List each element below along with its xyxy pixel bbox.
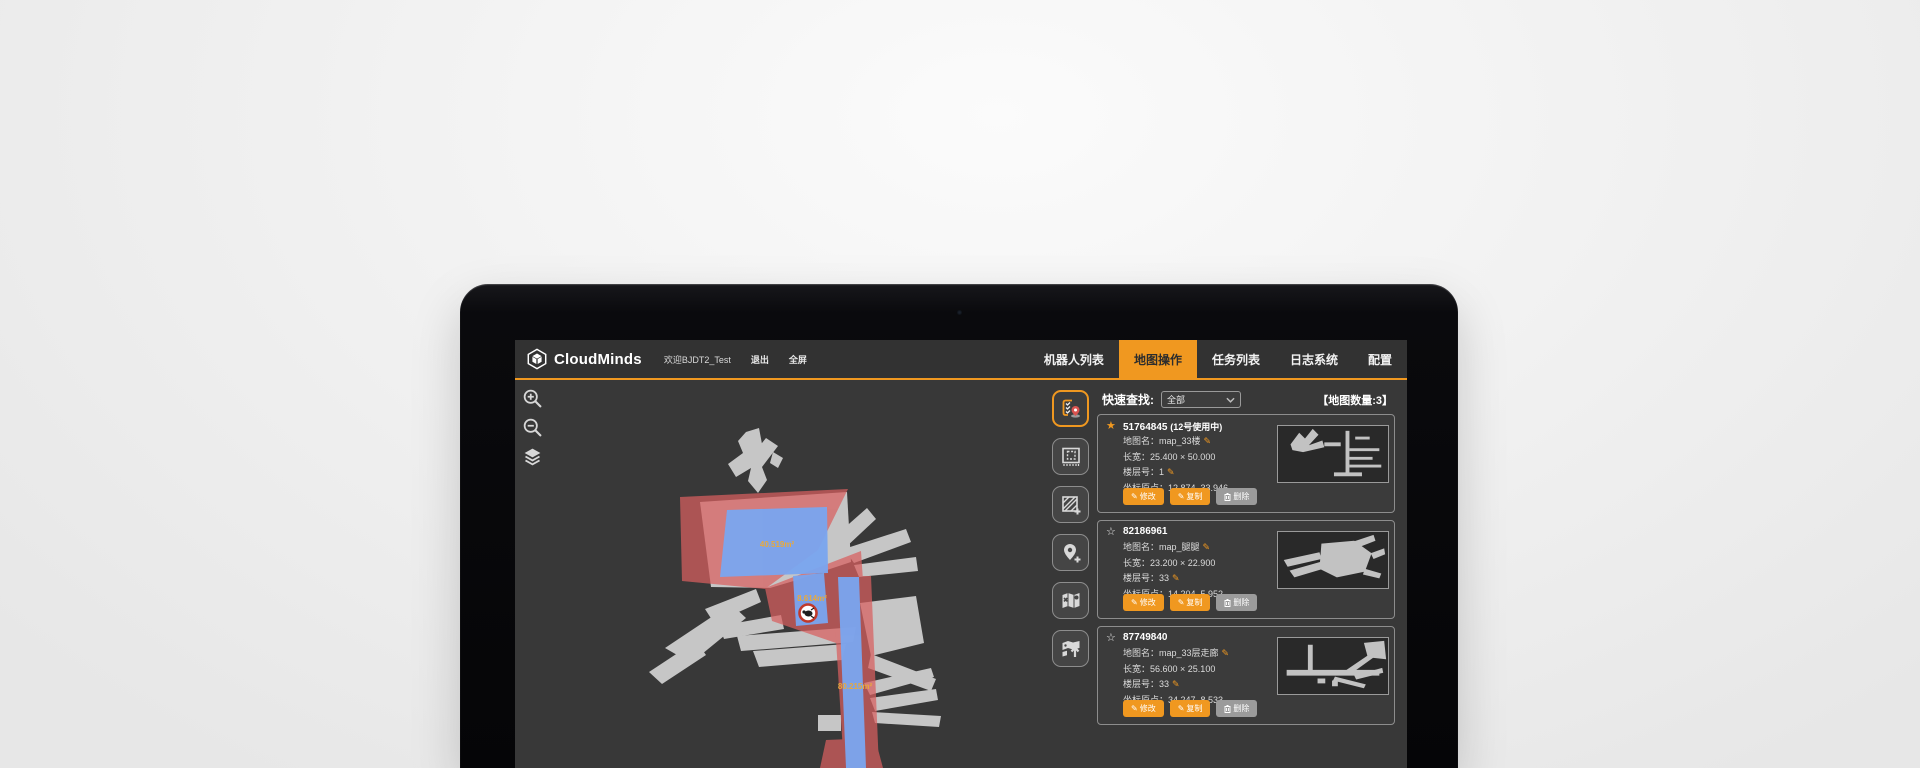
copy-button[interactable]: ✎复制 [1170, 594, 1211, 611]
modify-button[interactable]: ✎修改 [1123, 488, 1164, 505]
delete-button[interactable]: 删除 [1216, 488, 1257, 505]
edit-name-icon[interactable]: ✎ [1203, 542, 1211, 552]
card-actions: ✎修改 ✎复制 删除 [1123, 700, 1257, 717]
edit-floor-icon[interactable]: ✎ [1172, 679, 1180, 689]
map-card-title: 82186961 [1123, 526, 1168, 537]
map-name-row: 地图名：map_33层走廊✎ [1123, 646, 1229, 662]
delete-button[interactable]: 删除 [1216, 594, 1257, 611]
layers-icon[interactable] [522, 446, 543, 467]
card-actions: ✎修改 ✎复制 删除 [1123, 594, 1257, 611]
map-list-panel: 快速查找: 全部 【地图数量:3】 ★ 51764845 (12号使用中) 地图… [1090, 380, 1407, 768]
map-floor-row: 楼层号：1✎ [1123, 465, 1228, 481]
edit-floor-icon[interactable]: ✎ [1167, 467, 1175, 477]
brand: CloudMinds [526, 348, 642, 370]
map-thumbnail[interactable] [1277, 425, 1389, 483]
panel-header: 快速查找: 全部 【地图数量:3】 [1090, 380, 1407, 414]
tool-map-erase[interactable] [1052, 582, 1089, 619]
quick-search-label: 快速查找: [1102, 391, 1154, 408]
tool-task-point-list[interactable] [1052, 390, 1089, 427]
map-thumbnail[interactable] [1277, 637, 1389, 695]
zoom-in-icon[interactable] [522, 388, 543, 409]
map-card[interactable]: ☆ 82186961 地图名：map_腿腿✎ 长宽：23.200 × 22.90… [1097, 520, 1395, 619]
favorite-star-icon[interactable]: ☆ [1106, 525, 1116, 538]
map-name-row: 地图名：map_33楼✎ [1123, 434, 1228, 450]
map-thumbnail[interactable] [1277, 531, 1389, 589]
map-canvas[interactable]: 40.519m² 8.614m² 80.215m² [515, 380, 1060, 768]
cloudminds-logo-icon [526, 348, 548, 370]
area-label-2: 8.614m² [797, 594, 827, 603]
map-size-row: 长宽：23.200 × 22.900 [1123, 556, 1223, 572]
map-card-details: 地图名：map_33层走廊✎ 长宽：56.600 × 25.100 楼层号：33… [1123, 646, 1229, 708]
area-label-3: 80.215m² [838, 682, 873, 691]
tool-map-upload[interactable] [1052, 630, 1089, 667]
map-card[interactable]: ☆ 87749840 地图名：map_33层走廊✎ 长宽：56.600 × 25… [1097, 626, 1395, 725]
map-id: 82186961 [1123, 526, 1168, 537]
edit-floor-icon[interactable]: ✎ [1172, 573, 1180, 583]
edit-name-icon[interactable]: ✎ [1204, 436, 1212, 446]
map-status: (12号使用中) [1170, 422, 1222, 432]
map-zoom-controls [522, 388, 543, 467]
fullscreen-link[interactable]: 全屏 [789, 353, 807, 366]
map-floor-row: 楼层号：33✎ [1123, 571, 1223, 587]
welcome-text: 欢迎BJDT2_Test [664, 353, 731, 366]
tab-map-operation[interactable]: 地图操作 [1119, 340, 1197, 378]
tool-map-region-select[interactable] [1052, 438, 1089, 475]
map-tools-toolbar [1052, 390, 1089, 667]
card-actions: ✎修改 ✎复制 删除 [1123, 488, 1257, 505]
pencil-icon: ✎ [1131, 704, 1138, 713]
zoom-out-icon[interactable] [522, 417, 543, 438]
map-floor-row: 楼层号：33✎ [1123, 677, 1229, 693]
map-count-text: 【地图数量:3】 [1317, 392, 1393, 408]
brand-name: CloudMinds [554, 351, 642, 368]
modify-button[interactable]: ✎修改 [1123, 594, 1164, 611]
map-size-row: 长宽：25.400 × 50.000 [1123, 450, 1228, 466]
map-card-details: 地图名：map_33楼✎ 长宽：25.400 × 50.000 楼层号：1✎ 坐… [1123, 434, 1228, 496]
trash-icon [1224, 493, 1231, 501]
map-card-title: 51764845 (12号使用中) [1123, 420, 1222, 433]
tab-log-system[interactable]: 日志系统 [1275, 340, 1353, 378]
map-card-details: 地图名：map_腿腿✎ 长宽：23.200 × 22.900 楼层号：33✎ 坐… [1123, 540, 1223, 602]
edit-name-icon[interactable]: ✎ [1222, 648, 1230, 658]
chevron-down-icon [1226, 397, 1235, 403]
robot-marker[interactable] [800, 605, 817, 622]
map-card[interactable]: ★ 51764845 (12号使用中) 地图名：map_33楼✎ 长宽：25.4… [1097, 414, 1395, 513]
copy-button[interactable]: ✎复制 [1170, 488, 1211, 505]
pencil-icon: ✎ [1131, 598, 1138, 607]
map-id: 87749840 [1123, 632, 1168, 643]
tab-config[interactable]: 配置 [1353, 340, 1407, 378]
tab-task-list[interactable]: 任务列表 [1197, 340, 1275, 378]
pencil-icon: ✎ [1131, 492, 1138, 501]
favorite-star-icon[interactable]: ★ [1106, 419, 1116, 432]
tab-robot-list[interactable]: 机器人列表 [1029, 340, 1119, 378]
pencil-icon: ✎ [1178, 598, 1185, 607]
laptop-mockup: CloudMinds 欢迎BJDT2_Test 退出 全屏 机器人列表 地图操作… [460, 284, 1458, 768]
map-size-row: 长宽：56.600 × 25.100 [1123, 662, 1229, 678]
webcam-dot [957, 310, 962, 315]
pencil-icon: ✎ [1178, 492, 1185, 501]
top-navbar: CloudMinds 欢迎BJDT2_Test 退出 全屏 机器人列表 地图操作… [515, 340, 1407, 380]
favorite-star-icon[interactable]: ☆ [1106, 631, 1116, 644]
trash-icon [1224, 705, 1231, 713]
pencil-icon: ✎ [1178, 704, 1185, 713]
area-label-1: 40.519m² [760, 540, 795, 549]
trash-icon [1224, 599, 1231, 607]
delete-button[interactable]: 删除 [1216, 700, 1257, 717]
nav-tabs: 机器人列表 地图操作 任务列表 日志系统 配置 [1029, 340, 1407, 378]
filter-selected-value: 全部 [1167, 393, 1185, 406]
tool-poi-add[interactable] [1052, 534, 1089, 571]
map-name-row: 地图名：map_腿腿✎ [1123, 540, 1223, 556]
app-screen: CloudMinds 欢迎BJDT2_Test 退出 全屏 机器人列表 地图操作… [515, 340, 1407, 768]
logout-link[interactable]: 退出 [751, 353, 769, 366]
map-card-title: 87749840 [1123, 632, 1168, 643]
tool-virtual-wall-add[interactable] [1052, 486, 1089, 523]
modify-button[interactable]: ✎修改 [1123, 700, 1164, 717]
copy-button[interactable]: ✎复制 [1170, 700, 1211, 717]
map-filter-select[interactable]: 全部 [1161, 391, 1241, 408]
map-id: 51764845 [1123, 422, 1168, 433]
